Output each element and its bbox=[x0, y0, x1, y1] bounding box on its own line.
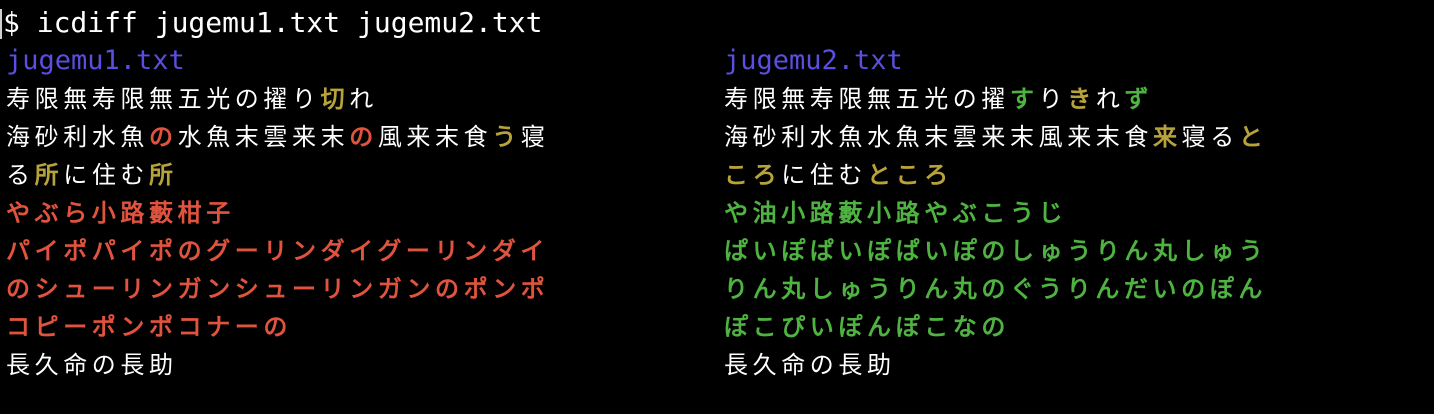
diff-segment-added: ず bbox=[1124, 85, 1154, 113]
right-diff-pane: jugemu2.txt 寿限無寿限無五光の擢すりきれず 海砂利水魚水魚末雲来末風来… bbox=[724, 42, 1424, 384]
left-diff-line: コピーポンポコナーの bbox=[6, 308, 706, 346]
right-diff-line: りん丸しゅうりん丸のぐうりんだいのぽん bbox=[724, 270, 1424, 308]
left-filename: jugemu1.txt bbox=[6, 45, 185, 76]
left-diff-line: 長久命の長助 bbox=[6, 346, 706, 384]
diff-segment-normal: る bbox=[6, 161, 35, 189]
diff-segment-changed: 来 bbox=[1153, 123, 1182, 151]
diff-segment-added: や油小路藪小路やぶこうじ bbox=[724, 199, 1068, 227]
diff-segment-added: す bbox=[1010, 85, 1039, 113]
left-diff-pane: jugemu1.txt 寿限無寿限無五光の擢り切れ 海砂利水魚の水魚末雲来末の風来… bbox=[6, 42, 706, 384]
diff-segment-added: ぱいぽぱいぽぱいぽのしゅうりん丸しゅう bbox=[724, 237, 1268, 265]
diff-segment-removed: の bbox=[349, 123, 378, 151]
right-filename: jugemu2.txt bbox=[724, 45, 903, 76]
command-prompt-line: $ icdiff jugemu1.txt jugemu2.txt bbox=[0, 4, 542, 42]
diff-segment-removed: の bbox=[149, 123, 178, 151]
diff-segment-normal: 寝る bbox=[1181, 123, 1239, 151]
diff-segment-changed: 切 bbox=[320, 85, 350, 113]
diff-segment-changed: ころ bbox=[724, 161, 782, 189]
left-diff-line: 寿限無寿限無五光の擢り切れ bbox=[6, 80, 706, 118]
diff-segment-normal: 寝 bbox=[520, 123, 550, 151]
diff-segment-normal: れ bbox=[349, 85, 378, 113]
diff-segment-removed: コピーポンポコナーの bbox=[6, 313, 292, 341]
left-diff-line: やぶら小路藪柑子 bbox=[6, 194, 706, 232]
diff-segment-added: りん丸しゅうりん丸のぐうりんだいのぽん bbox=[724, 275, 1267, 303]
diff-segment-added: ぽこぴいぽんぽこなの bbox=[724, 313, 1010, 341]
left-diff-line: 海砂利水魚の水魚末雲来末の風来末食う寝 bbox=[6, 118, 706, 156]
terminal-window[interactable]: $ icdiff jugemu1.txt jugemu2.txt jugemu1… bbox=[0, 0, 1434, 414]
right-diff-lines: 寿限無寿限無五光の擢すりきれず 海砂利水魚水魚末雲来末風来末食来寝ると ころに住むと… bbox=[724, 80, 1424, 384]
cursor-marker-icon bbox=[0, 9, 2, 39]
diff-segment-normal: 長久命の長助 bbox=[6, 351, 178, 379]
command-text: $ icdiff jugemu1.txt jugemu2.txt bbox=[3, 6, 543, 39]
diff-segment-normal: 長久命の長助 bbox=[724, 351, 896, 379]
diff-segment-normal: り bbox=[1038, 85, 1068, 113]
diff-segment-normal: に住む bbox=[63, 161, 150, 189]
left-diff-line: る所に住む所 bbox=[6, 156, 706, 194]
diff-segment-normal: 海砂利水魚水魚末雲来末風来末食 bbox=[724, 123, 1153, 151]
right-diff-line: 寿限無寿限無五光の擢すりきれず bbox=[724, 80, 1424, 118]
diff-segment-removed: パイポパイポのグーリンダイグーリンダイ bbox=[6, 237, 549, 265]
diff-segment-normal: に住む bbox=[781, 161, 868, 189]
diff-segment-normal: 水魚末雲来末 bbox=[177, 123, 350, 151]
diff-segment-changed: と bbox=[1238, 123, 1268, 151]
diff-segment-normal: 寿限無寿限無五光の擢り bbox=[6, 85, 321, 113]
diff-segment-changed: ところ bbox=[867, 161, 953, 189]
right-diff-line: 長久命の長助 bbox=[724, 346, 1424, 384]
diff-segment-normal: 風来末食 bbox=[377, 123, 493, 151]
diff-segment-removed: やぶら小路藪柑子 bbox=[6, 199, 235, 227]
diff-segment-normal: れ bbox=[1095, 85, 1125, 113]
diff-segment-removed: のシューリンガンシューリンガンのポンポ bbox=[6, 275, 550, 303]
left-diff-line: パイポパイポのグーリンダイグーリンダイ bbox=[6, 232, 706, 270]
diff-segment-changed: う bbox=[492, 123, 521, 151]
diff-segment-normal: 寿限無寿限無五光の擢 bbox=[724, 85, 1010, 113]
diff-segment-normal: 海砂利水魚 bbox=[6, 123, 149, 151]
left-diff-lines: 寿限無寿限無五光の擢り切れ 海砂利水魚の水魚末雲来末の風来末食う寝 る所に住む所 やぶ… bbox=[6, 80, 706, 384]
right-diff-line: ぽこぴいぽんぽこなの bbox=[724, 308, 1424, 346]
right-diff-line: 海砂利水魚水魚末雲来末風来末食来寝ると bbox=[724, 118, 1424, 156]
diff-segment-changed: き bbox=[1067, 85, 1096, 113]
left-diff-line: のシューリンガンシューリンガンのポンポ bbox=[6, 270, 706, 308]
right-diff-line: ころに住むところ bbox=[724, 156, 1424, 194]
right-diff-line: や油小路藪小路やぶこうじ bbox=[724, 194, 1424, 232]
diff-segment-changed: 所 bbox=[149, 161, 178, 189]
diff-segment-changed: 所 bbox=[34, 161, 64, 189]
right-diff-line: ぱいぽぱいぽぱいぽのしゅうりん丸しゅう bbox=[724, 232, 1424, 270]
